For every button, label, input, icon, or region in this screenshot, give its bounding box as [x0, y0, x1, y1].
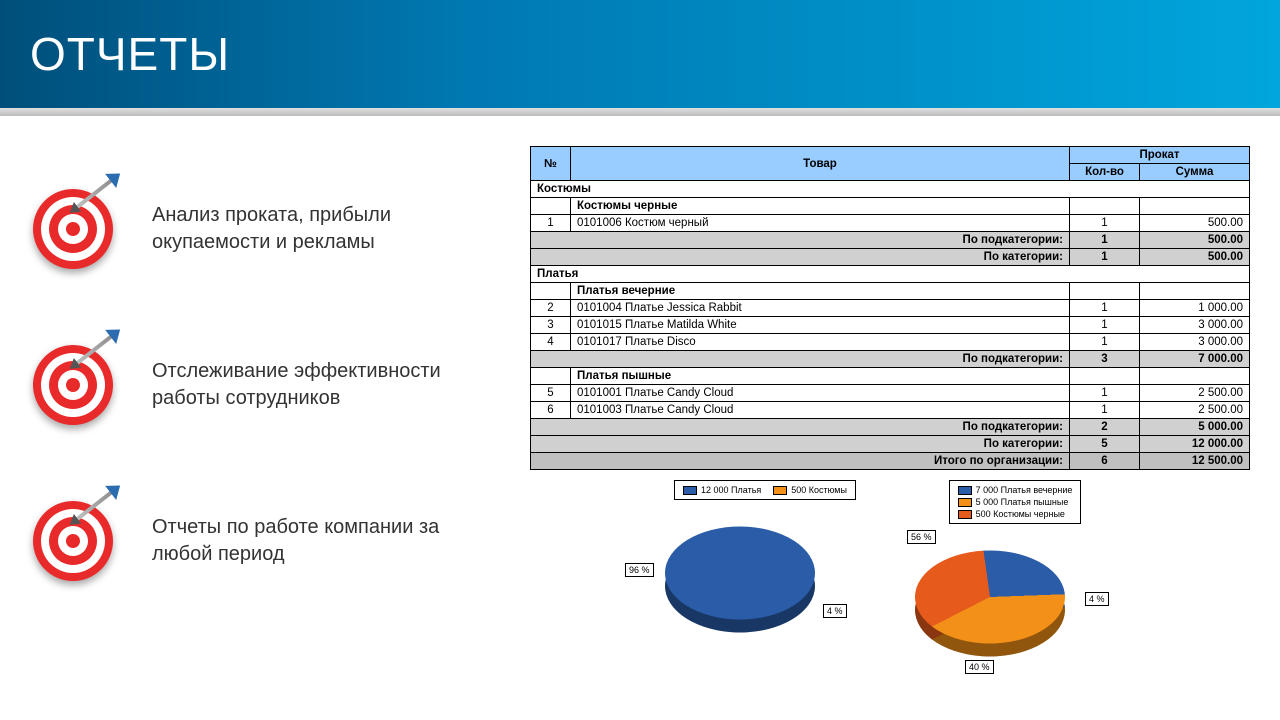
legend-swatch — [773, 486, 787, 495]
bullet-text: Отслеживание эффективности работы сотруд… — [152, 358, 500, 412]
target-icon — [30, 186, 116, 272]
col-item: Товар — [571, 147, 1070, 181]
charts-area: 12 000 Платья 500 Костюмы 96 % 4 % 7 000 … — [530, 480, 1250, 682]
table-row: По подкатегории:1500.00 — [531, 232, 1250, 249]
pie2-label-2: 40 % — [965, 660, 994, 674]
col-sum: Сумма — [1140, 164, 1250, 181]
bullet-item: Анализ проката, прибыли окупаемости и ре… — [30, 186, 500, 272]
header-divider — [0, 108, 1280, 116]
legend-label: 500 Костюмы — [791, 485, 847, 495]
pie1-legend: 12 000 Платья 500 Костюмы — [674, 480, 856, 500]
legend-item: 7 000 Платья вечерние — [958, 485, 1073, 495]
target-icon — [30, 498, 116, 584]
legend-swatch — [958, 486, 972, 495]
col-num: № — [531, 147, 571, 181]
pie-chart-1: 12 000 Платья500 Костюмы 96 % 4 % — [655, 480, 875, 658]
report-table: № Товар Прокат Кол-во Сумма КостюмыКостю… — [530, 146, 1250, 470]
table-row: Платья — [531, 266, 1250, 283]
col-rental: Прокат — [1070, 147, 1250, 164]
legend-swatch — [683, 486, 697, 495]
table-row: 10101006 Костюм черный1500.00 — [531, 215, 1250, 232]
legend-label: 500 Костюмы черные — [976, 509, 1065, 519]
table-row: Платья вечерние — [531, 283, 1250, 300]
pie1-label-1: 96 % — [625, 563, 654, 577]
table-row: По подкатегории:25 000.00 — [531, 419, 1250, 436]
table-row: По подкатегории:37 000.00 — [531, 351, 1250, 368]
legend-item: 500 Костюмы — [773, 485, 847, 495]
table-row: Итого по организации:612 500.00 — [531, 453, 1250, 470]
legend-label: 12 000 Платья — [701, 485, 761, 495]
bullet-item: Отслеживание эффективности работы сотруд… — [30, 342, 500, 428]
table-row: 40101017 Платье Disco13 000.00 — [531, 334, 1250, 351]
pie-chart-2: 7 000 Платья вечерние 5 000 Платья пышные… — [905, 480, 1125, 682]
table-row: 60101003 Платье Candy Cloud12 500.00 — [531, 402, 1250, 419]
header: ОТЧЕТЫ — [0, 0, 1280, 108]
table-row: По категории:1500.00 — [531, 249, 1250, 266]
pie1-label-2: 4 % — [823, 604, 847, 618]
pie2-label-3: 4 % — [1085, 592, 1109, 606]
legend-swatch — [958, 510, 972, 519]
legend-item: 12 000 Платья — [683, 485, 761, 495]
col-qty: Кол-во — [1070, 164, 1140, 181]
table-row: 20101004 Платье Jessica Rabbit11 000.00 — [531, 300, 1250, 317]
bullet-text: Отчеты по работе компании за любой перио… — [152, 514, 500, 568]
legend-label: 7 000 Платья вечерние — [976, 485, 1073, 495]
table-row: Костюмы черные — [531, 198, 1250, 215]
table-row: По категории:512 000.00 — [531, 436, 1250, 453]
legend-label: 5 000 Платья пышные — [976, 497, 1069, 507]
pie2-legend: 7 000 Платья вечерние 5 000 Платья пышные… — [949, 480, 1082, 524]
table-row: 50101001 Платье Candy Cloud12 500.00 — [531, 385, 1250, 402]
bullet-list: Анализ проката, прибыли окупаемости и ре… — [30, 186, 500, 584]
table-row: 30101015 Платье Matilda White13 000.00 — [531, 317, 1250, 334]
bullet-item: Отчеты по работе компании за любой перио… — [30, 498, 500, 584]
legend-swatch — [958, 498, 972, 507]
legend-item: 5 000 Платья пышные — [958, 497, 1073, 507]
target-icon — [30, 342, 116, 428]
bullet-text: Анализ проката, прибыли окупаемости и ре… — [152, 202, 500, 256]
page-title: ОТЧЕТЫ — [30, 27, 230, 81]
pie2-label-1: 56 % — [907, 530, 936, 544]
table-row: Костюмы — [531, 181, 1250, 198]
table-row: Платья пышные — [531, 368, 1250, 385]
legend-item: 500 Костюмы черные — [958, 509, 1073, 519]
